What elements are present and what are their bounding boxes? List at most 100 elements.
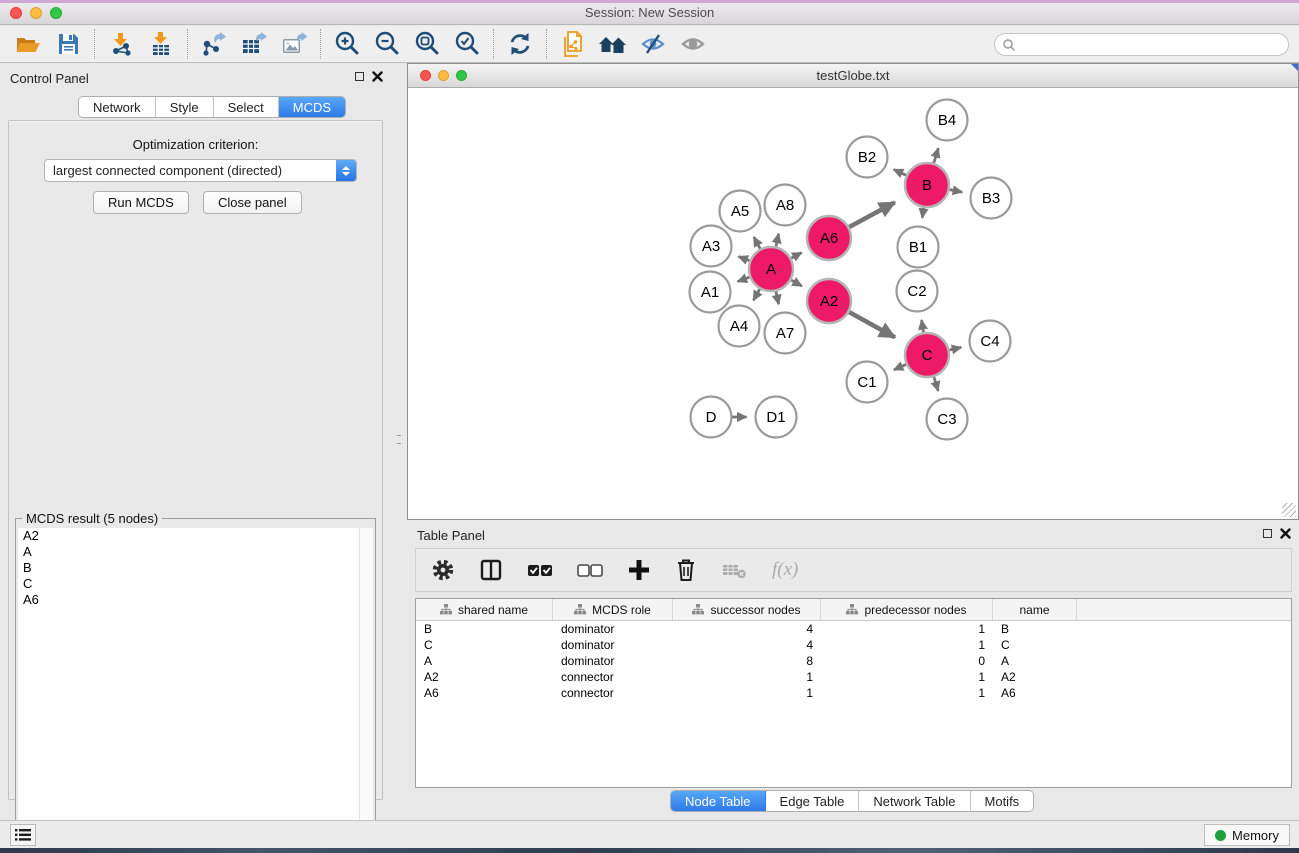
export-network-icon[interactable] — [194, 28, 234, 60]
show-graphics-details-icon[interactable] — [673, 28, 713, 60]
search-input[interactable] — [1020, 36, 1288, 54]
close-panel-icon[interactable] — [1280, 528, 1291, 539]
duplicate-network-icon[interactable] — [553, 28, 593, 60]
table-cell[interactable]: A6 — [416, 685, 553, 701]
mcds-result-item[interactable]: A — [18, 544, 359, 560]
export-table-icon[interactable] — [234, 28, 274, 60]
table-cell[interactable]: A6 — [993, 685, 1077, 701]
graph-edge-A-A1[interactable] — [738, 277, 751, 282]
tab-mcds[interactable]: MCDS — [279, 97, 345, 117]
open-file-icon[interactable] — [8, 28, 48, 60]
close-panel-icon[interactable] — [372, 71, 383, 82]
settings-gear-icon[interactable] — [430, 554, 456, 586]
table-row[interactable]: Adominator80A — [416, 653, 1291, 669]
mcds-result-list[interactable]: A2ABCA6 — [18, 528, 359, 853]
table-cell[interactable]: A2 — [416, 669, 553, 685]
tab-motifs[interactable]: Motifs — [971, 791, 1034, 811]
show-column-icon[interactable] — [478, 554, 504, 586]
graph-edge-B-B4[interactable] — [933, 148, 938, 164]
save-session-icon[interactable] — [48, 28, 88, 60]
graph-edge-C-C3[interactable] — [934, 376, 939, 391]
table-cell[interactable]: dominator — [553, 621, 673, 637]
search-box[interactable] — [994, 33, 1289, 56]
import-table-icon[interactable] — [141, 28, 181, 60]
refresh-view-icon[interactable] — [500, 28, 540, 60]
table-cell[interactable]: 1 — [673, 669, 821, 685]
table-cell[interactable]: 1 — [821, 669, 993, 685]
table-cell[interactable]: C — [993, 637, 1077, 653]
tab-edge-table[interactable]: Edge Table — [766, 791, 860, 811]
optimization-criterion-dropdown[interactable]: largest connected component (directed) — [44, 159, 357, 182]
tab-node-table[interactable]: Node Table — [671, 791, 766, 811]
graph-edge-C-C4[interactable] — [948, 347, 961, 350]
column-header-MCDS-role[interactable]: MCDS role — [553, 599, 673, 620]
table-cell[interactable]: 4 — [673, 637, 821, 653]
node-table[interactable]: shared nameMCDS rolesuccessor nodesprede… — [415, 598, 1292, 788]
run-mcds-button[interactable]: Run MCDS — [93, 191, 189, 214]
delete-table-icon[interactable] — [720, 554, 750, 586]
graph-edge-A-A7[interactable] — [776, 290, 779, 304]
zoom-fit-icon[interactable] — [407, 28, 447, 60]
graph-edge-A-A6[interactable] — [790, 253, 801, 259]
graph-edge-A-A8[interactable] — [776, 234, 779, 248]
table-cell[interactable]: connector — [553, 685, 673, 701]
zoom-selected-icon[interactable] — [447, 28, 487, 60]
table-cell[interactable]: 4 — [673, 621, 821, 637]
table-cell[interactable]: A2 — [993, 669, 1077, 685]
table-cell[interactable]: B — [993, 621, 1077, 637]
network-graph[interactable]: AA1A2A3A4A5A6A7A8BB1B2B3B4CC1C2C3C4DD1 — [408, 88, 1298, 519]
table-cell[interactable]: 0 — [821, 653, 993, 669]
hide-graphics-details-icon[interactable] — [633, 28, 673, 60]
table-cell[interactable]: dominator — [553, 637, 673, 653]
table-row[interactable]: A6connector11A6 — [416, 685, 1291, 701]
tab-select[interactable]: Select — [214, 97, 279, 117]
network-canvas[interactable]: AA1A2A3A4A5A6A7A8BB1B2B3B4CC1C2C3C4DD1 — [408, 88, 1298, 519]
delete-column-icon[interactable] — [674, 554, 698, 586]
export-image-icon[interactable] — [274, 28, 314, 60]
table-cell[interactable]: A — [993, 653, 1077, 669]
graph-edge-A-A5[interactable] — [754, 237, 761, 250]
mcds-result-item[interactable]: C — [18, 576, 359, 592]
graph-edge-B-B1[interactable] — [922, 207, 924, 218]
mcds-result-item[interactable]: B — [18, 560, 359, 576]
mcds-result-item[interactable]: A2 — [18, 528, 359, 544]
table-cell[interactable]: 1 — [821, 637, 993, 653]
graph-edge-A2-C[interactable] — [848, 312, 895, 338]
table-cell[interactable]: B — [416, 621, 553, 637]
table-cell[interactable]: 8 — [673, 653, 821, 669]
graph-edge-A6-B[interactable] — [848, 202, 894, 227]
table-row[interactable]: Bdominator41B — [416, 621, 1291, 637]
table-cell[interactable]: 1 — [673, 685, 821, 701]
mcds-result-scrollbar[interactable] — [359, 528, 373, 853]
deselect-all-checks-icon[interactable] — [576, 554, 604, 586]
panel-splitter[interactable] — [391, 63, 407, 820]
graph-edge-C-C2[interactable] — [922, 320, 924, 333]
graph-edge-C-C1[interactable] — [894, 364, 907, 370]
zoom-in-icon[interactable] — [327, 28, 367, 60]
graph-edge-B-B2[interactable] — [894, 169, 907, 175]
select-all-checks-icon[interactable] — [526, 554, 554, 586]
table-cell[interactable]: 1 — [821, 685, 993, 701]
network-window-titlebar[interactable]: testGlobe.txt — [408, 64, 1298, 88]
graph-edge-B-B3[interactable] — [949, 189, 963, 192]
function-builder-icon[interactable]: f(x) — [772, 554, 798, 586]
memory-button[interactable]: Memory — [1204, 824, 1290, 846]
column-header-shared-name[interactable]: shared name — [416, 599, 553, 620]
tab-style[interactable]: Style — [156, 97, 214, 117]
import-network-icon[interactable] — [101, 28, 141, 60]
add-column-icon[interactable] — [626, 554, 652, 586]
column-header-predecessor-nodes[interactable]: predecessor nodes — [821, 599, 993, 620]
tab-network[interactable]: Network — [79, 97, 156, 117]
close-panel-button[interactable]: Close panel — [203, 191, 302, 214]
column-header-successor-nodes[interactable]: successor nodes — [673, 599, 821, 620]
graph-edge-A-A4[interactable] — [753, 288, 760, 300]
table-cell[interactable]: 1 — [821, 621, 993, 637]
tab-network-table[interactable]: Network Table — [859, 791, 970, 811]
zoom-out-icon[interactable] — [367, 28, 407, 60]
home-layout-icon[interactable] — [593, 28, 633, 60]
task-history-icon[interactable] — [10, 824, 36, 846]
mcds-result-item[interactable]: A6 — [18, 592, 359, 608]
table-row[interactable]: A2connector11A2 — [416, 669, 1291, 685]
graph-edge-A-A3[interactable] — [739, 257, 751, 262]
table-cell[interactable]: A — [416, 653, 553, 669]
